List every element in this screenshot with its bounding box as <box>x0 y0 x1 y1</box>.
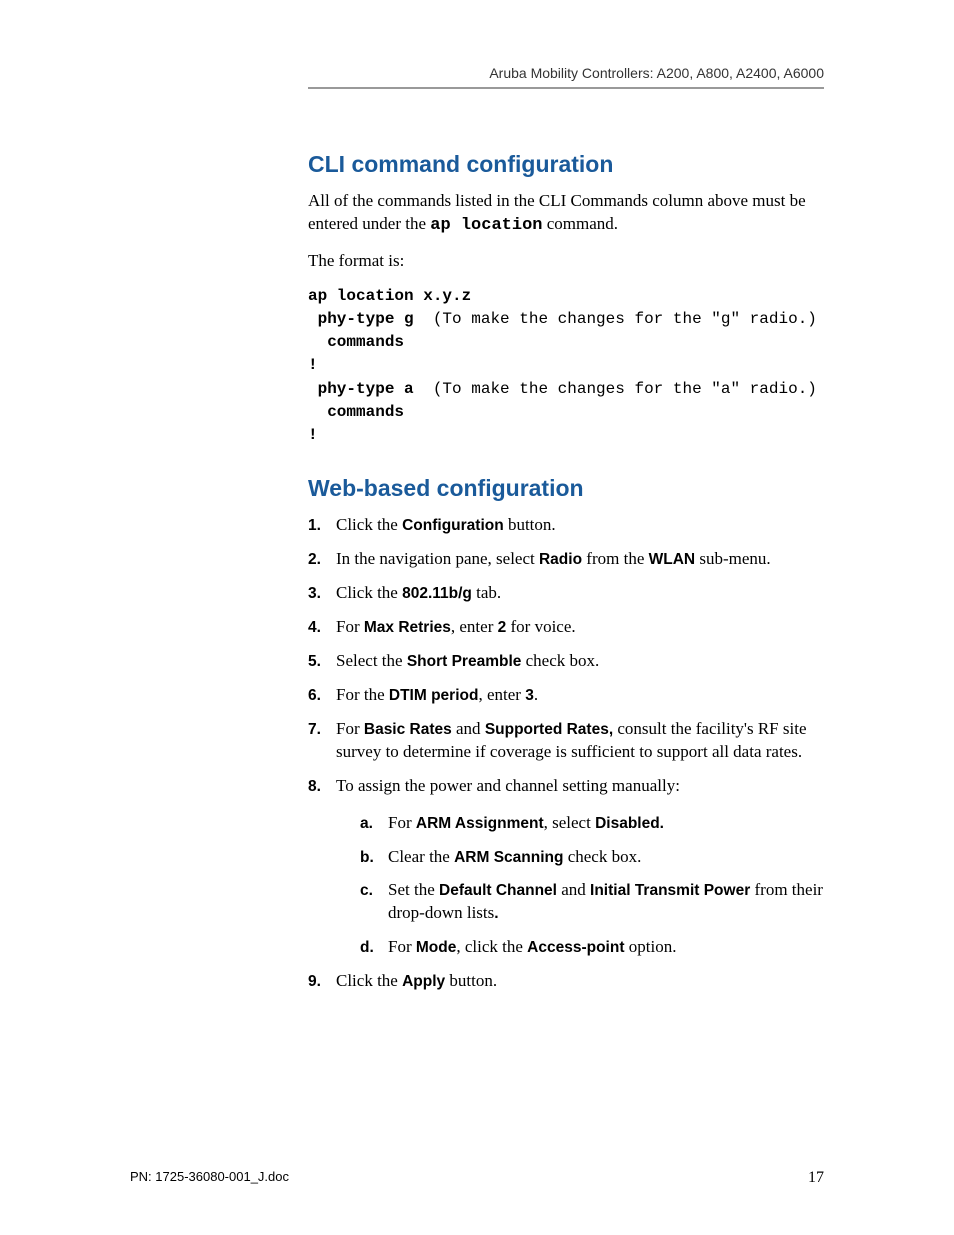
code-line-5-comment: (To make the changes for the "a" radio.) <box>433 380 817 398</box>
list-item: To assign the power and channel setting … <box>308 775 824 960</box>
step-text: Click the <box>336 515 402 534</box>
list-item: For Mode, click the Access-point option. <box>360 936 824 959</box>
step-bold: DTIM period <box>389 687 479 704</box>
step-bold: Access-point <box>527 939 624 956</box>
code-block: ap location x.y.z phy-type g (To make th… <box>308 285 824 447</box>
step-text: , select <box>544 813 595 832</box>
code-line-4: ! <box>308 356 318 374</box>
footer-page-number: 17 <box>808 1169 824 1187</box>
step-bold: Mode <box>416 939 456 956</box>
step-bold: . <box>494 905 498 922</box>
step-text: and <box>557 880 590 899</box>
step-text: from the <box>582 549 649 568</box>
list-item: Clear the ARM Scanning check box. <box>360 846 824 869</box>
list-item: Click the 802.11b/g tab. <box>308 582 824 605</box>
page-footer: PN: 1725-36080-001_J.doc 17 <box>130 1169 824 1187</box>
sub-steps-list: For ARM Assignment, select Disabled. Cle… <box>360 812 824 960</box>
step-text: button. <box>504 515 556 534</box>
step-text: In the navigation pane, select <box>336 549 539 568</box>
step-text: check box. <box>563 847 641 866</box>
step-bold: 2 <box>498 619 507 636</box>
step-text: check box. <box>521 651 599 670</box>
format-label: The format is: <box>308 250 824 273</box>
step-text: Click the <box>336 971 402 990</box>
step-text: For <box>336 617 364 636</box>
step-bold: Supported Rates, <box>485 721 613 738</box>
step-text: Click the <box>336 583 402 602</box>
web-steps-list: Click the Configuration button. In the n… <box>308 514 824 993</box>
step-bold: Short Preamble <box>407 653 522 670</box>
step-text: For <box>388 813 416 832</box>
heading-web: Web-based configuration <box>308 475 824 502</box>
step-text: Set the <box>388 880 439 899</box>
step-bold: Default Channel <box>439 882 557 899</box>
code-line-7: ! <box>308 426 318 444</box>
cli-intro-mono: ap location <box>430 216 542 235</box>
step-text: , click the <box>456 937 527 956</box>
step-text: For <box>388 937 416 956</box>
step-bold: WLAN <box>649 551 696 568</box>
code-line-6: commands <box>308 403 404 421</box>
step-bold: 802.11b/g <box>402 585 472 602</box>
step-bold: Initial Transmit Power <box>590 882 750 899</box>
list-item: Set the Default Channel and Initial Tran… <box>360 879 824 925</box>
code-line-2a: phy-type g <box>308 310 433 328</box>
step-text: button. <box>445 971 497 990</box>
step-bold: Configuration <box>402 517 504 534</box>
step-bold: Apply <box>402 973 445 990</box>
list-item: For Basic Rates and Supported Rates, con… <box>308 718 824 764</box>
list-item: For the DTIM period, enter 3. <box>308 684 824 707</box>
step-text: tab. <box>472 583 501 602</box>
list-item: Click the Configuration button. <box>308 514 824 537</box>
step-text: , enter <box>478 685 525 704</box>
list-item: Click the Apply button. <box>308 970 824 993</box>
list-item: Select the Short Preamble check box. <box>308 650 824 673</box>
step-text: . <box>534 685 538 704</box>
page-header: Aruba Mobility Controllers: A200, A800, … <box>308 65 824 89</box>
footer-pn: PN: 1725-36080-001_J.doc <box>130 1169 289 1184</box>
step-text: Select the <box>336 651 407 670</box>
heading-cli: CLI command configuration <box>308 151 824 178</box>
step-text: For <box>336 719 364 738</box>
list-item: For Max Retries, enter 2 for voice. <box>308 616 824 639</box>
code-line-1: ap location x.y.z <box>308 287 471 305</box>
step-text: To assign the power and channel setting … <box>336 776 680 795</box>
step-bold: ARM Scanning <box>454 849 563 866</box>
code-line-2-comment: (To make the changes for the "g" radio.) <box>433 310 817 328</box>
list-item: For ARM Assignment, select Disabled. <box>360 812 824 835</box>
code-line-5a: phy-type a <box>308 380 433 398</box>
step-bold: Max Retries <box>364 619 451 636</box>
code-line-3: commands <box>308 333 404 351</box>
step-text: , enter <box>451 617 498 636</box>
step-text: sub-menu. <box>695 549 771 568</box>
list-item: In the navigation pane, select Radio fro… <box>308 548 824 571</box>
step-bold: 3 <box>525 687 534 704</box>
step-bold: Disabled. <box>595 815 664 832</box>
step-bold: Basic Rates <box>364 721 452 738</box>
step-text: and <box>452 719 485 738</box>
step-bold: Radio <box>539 551 582 568</box>
cli-intro-text-b: command. <box>542 214 618 233</box>
step-text: For the <box>336 685 389 704</box>
cli-intro: All of the commands listed in the CLI Co… <box>308 190 824 238</box>
step-text: Clear the <box>388 847 454 866</box>
step-text: option. <box>625 937 677 956</box>
step-bold: ARM Assignment <box>416 815 544 832</box>
step-text: for voice. <box>506 617 575 636</box>
